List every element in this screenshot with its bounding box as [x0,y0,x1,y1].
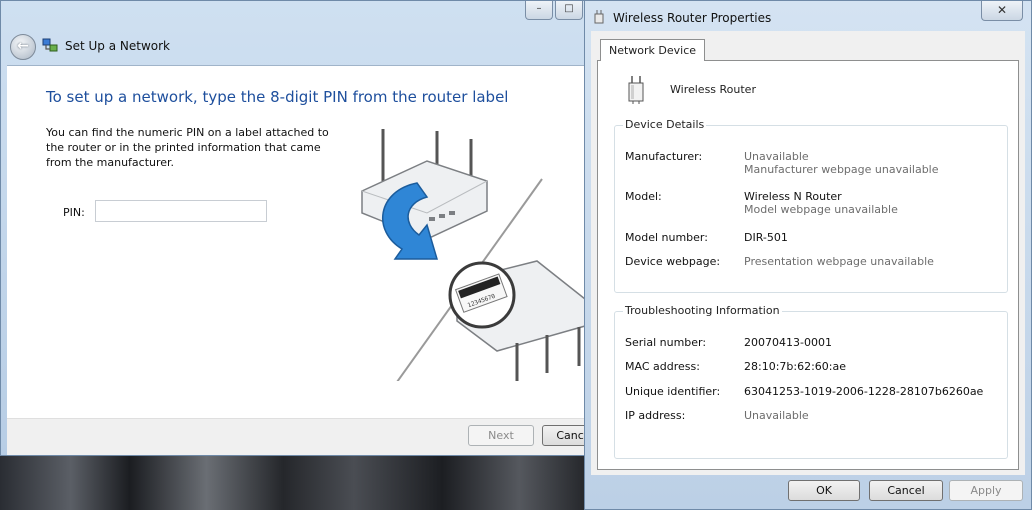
wizard-content: To set up a network, type the 8-digit PI… [7,65,586,419]
maximize-button[interactable]: □ [555,1,583,20]
next-button[interactable]: Next [468,425,534,446]
wizard-heading: To set up a network, type the 8-digit PI… [46,88,509,106]
unique-identifier-value: 63041253-1019-2006-1228-28107b6260ae [744,385,984,398]
network-setup-icon [42,38,58,52]
wireless-router-properties-window: Wireless Router Properties ✕ Network Dev… [584,0,1032,510]
serial-number-value: 20070413-0001 [744,336,832,349]
troubleshooting-group: Troubleshooting Information Serial numbe… [614,304,1008,459]
router-device-icon [628,76,644,104]
close-button[interactable]: ✕ [981,1,1023,21]
manufacturer-value: Unavailable [744,150,809,163]
model-webpage-text: Model webpage unavailable [744,203,898,216]
model-number-label: Model number: [625,231,708,244]
wizard-footer: Next Cancel [7,418,608,455]
mac-address-label: MAC address: [625,360,700,373]
model-number-value: DIR-501 [744,231,788,244]
device-webpage-value: Presentation webpage unavailable [744,255,934,268]
model-label: Model: [625,190,662,203]
unique-identifier-label: Unique identifier: [625,385,721,398]
device-details-label: Device Details [623,118,707,131]
ip-address-value: Unavailable [744,409,809,422]
device-details-group: Device Details Manufacturer: Unavailable… [614,118,1008,293]
mac-address-value: 28:10:7b:62:60:ae [744,360,847,373]
ip-address-label: IP address: [625,409,686,422]
manufacturer-webpage-text: Manufacturer webpage unavailable [744,163,939,176]
tab-network-device[interactable]: Network Device [600,39,706,61]
router-top-image [361,129,488,240]
properties-cancel-button[interactable]: Cancel [869,480,943,501]
desktop-background [0,455,590,510]
device-webpage-label: Device webpage: [625,255,721,268]
apply-button[interactable]: Apply [949,480,1023,501]
ok-button[interactable]: OK [788,480,860,501]
wizard-description: You can find the numeric PIN on a label … [46,126,329,169]
pin-input[interactable] [95,200,267,222]
wizard-titlebar-controls: – □ [525,1,583,20]
serial-number-label: Serial number: [625,336,707,349]
router-small-icon [594,10,604,24]
network-device-panel: Wireless Router Device Details Manufactu… [597,60,1019,470]
setup-network-window: – □ ← Set Up a Network To set up a netwo… [0,0,608,456]
device-name: Wireless Router [670,83,756,96]
back-button[interactable]: ← [10,34,36,60]
router-pin-illustration: 12345670 [361,129,586,381]
wizard-title: Set Up a Network [65,39,171,53]
minimize-button[interactable]: – [525,1,553,20]
troubleshooting-label: Troubleshooting Information [623,304,782,317]
pin-label: PIN: [63,206,85,219]
properties-body: Network Device Wireless Router Device De… [591,31,1025,475]
router-bottom-image: 12345670 [448,260,586,381]
model-value: Wireless N Router [744,190,842,203]
manufacturer-label: Manufacturer: [625,150,703,163]
properties-title: Wireless Router Properties [613,11,772,25]
